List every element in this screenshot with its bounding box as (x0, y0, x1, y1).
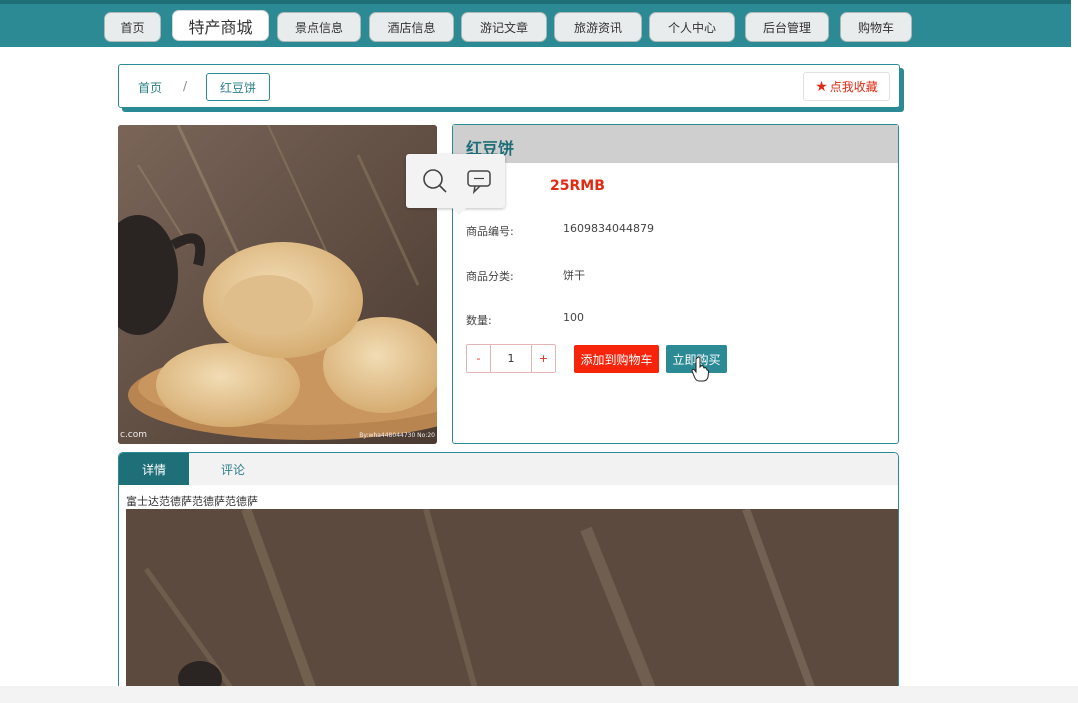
star-icon: ★ (815, 78, 828, 95)
breadcrumb-home-link[interactable]: 首页 (138, 79, 162, 96)
product-price: 25RMB (550, 178, 605, 194)
quantity-decrease-button[interactable]: - (467, 345, 491, 372)
breadcrumb-separator: / (183, 79, 188, 93)
product-stock-value: 100 (563, 311, 584, 324)
quantity-stepper: - 1 + (466, 344, 556, 373)
favorite-button[interactable]: ★ 点我收藏 (803, 72, 890, 101)
nav-item-user-center[interactable]: 个人中心 (649, 12, 735, 42)
product-category-label: 商品分类: (466, 270, 514, 283)
quantity-input[interactable]: 1 (491, 345, 531, 372)
product-id-label: 商品编号: (466, 225, 514, 238)
nav-item-travel-notes[interactable]: 游记文章 (461, 12, 547, 42)
nav-item-admin[interactable]: 后台管理 (745, 12, 829, 42)
quantity-increase-button[interactable]: + (531, 345, 555, 372)
product-category-value: 饼干 (563, 269, 585, 282)
add-to-cart-button[interactable]: 添加到购物车 (574, 345, 659, 373)
top-navbar: 首页 特产商城 景点信息 酒店信息 游记文章 旅游资讯 个人中心 后台管理 购物… (0, 0, 1071, 47)
product-info-panel: 红豆饼 25RMB 商品编号: 1609834044879 商品分类: 饼干 数… (452, 124, 899, 444)
nav-item-specialty-mall[interactable]: 特产商城 (172, 10, 269, 41)
image-watermark-left: c.com (120, 430, 148, 440)
tab-comments[interactable]: 评论 (199, 453, 267, 485)
favorite-label: 点我收藏 (829, 80, 878, 94)
hand-cursor-icon (691, 356, 709, 382)
breadcrumb: 首页 / 红豆饼 ★ 点我收藏 (118, 64, 900, 108)
detail-image (126, 509, 898, 703)
nav-item-home[interactable]: 首页 (104, 12, 161, 42)
tab-bar: 详情 评论 (119, 453, 898, 485)
detail-description: 富士达范德萨范德萨范德萨 (126, 495, 258, 508)
breadcrumb-current: 红豆饼 (206, 73, 270, 101)
nav-item-hotels[interactable]: 酒店信息 (369, 12, 454, 42)
product-image: c.com By:wha448044730 No:20 (118, 125, 437, 444)
product-id-value: 1609834044879 (563, 222, 654, 235)
bottom-strip (0, 686, 1078, 703)
product-stock-label: 数量: (466, 314, 492, 327)
product-info-header (453, 125, 898, 163)
detail-panel: 详情 评论 富士达范德萨范德萨范德萨 (118, 452, 899, 703)
image-watermark-right: By:wha448044730 No:20 (359, 432, 435, 439)
nav-item-travel-news[interactable]: 旅游资讯 (554, 12, 642, 42)
comment-icon[interactable] (464, 166, 494, 196)
image-tools-popup (406, 154, 505, 215)
nav-item-attractions[interactable]: 景点信息 (277, 12, 361, 42)
nav-item-cart[interactable]: 购物车 (840, 12, 912, 42)
tab-details[interactable]: 详情 (119, 453, 189, 485)
search-icon[interactable] (420, 166, 450, 196)
